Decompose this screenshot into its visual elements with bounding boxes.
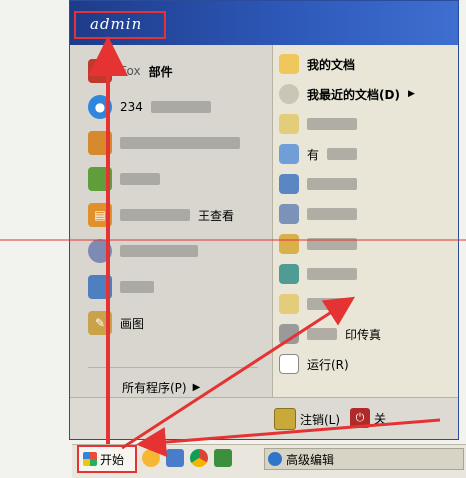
start-button[interactable]: 开始: [77, 445, 137, 473]
places-item[interactable]: [279, 169, 455, 199]
arrow-right-icon: ▶: [407, 89, 415, 99]
program-item[interactable]: [88, 269, 268, 305]
foxmail-icon: ✉: [88, 59, 112, 83]
qq-icon: ●: [88, 95, 112, 119]
start-label: 开始: [100, 452, 125, 467]
places-label: 运行(R): [307, 357, 349, 372]
chrome-icon[interactable]: [190, 449, 208, 467]
redacted-text: [120, 137, 240, 149]
places-label: 我最近的文档(D): [307, 87, 400, 102]
program-label: 234: [120, 100, 143, 114]
key-icon: [274, 408, 296, 430]
redacted-text: [120, 173, 160, 185]
places-item-my-documents[interactable]: 我的文档: [279, 49, 455, 79]
program-label: 王查看: [198, 208, 235, 223]
program-item[interactable]: [88, 233, 268, 269]
computer-icon: [279, 174, 299, 194]
redacted-text: [307, 178, 357, 190]
redacted-text: [120, 281, 154, 293]
arrow-right-icon: ▶: [192, 382, 201, 393]
redacted-text: [307, 328, 337, 340]
recent-docs-icon: [279, 84, 299, 104]
control-panel-icon: [279, 234, 299, 254]
app-icon: [88, 275, 112, 299]
start-menu: admin ✉ Fox 部件 ● 234 ▤ 王查看 ✎ 画图 所有程序(P) …: [69, 0, 459, 440]
places-item[interactable]: [279, 259, 455, 289]
pinned-programs-pane: ✉ Fox 部件 ● 234 ▤ 王查看 ✎ 画图 所有程序(P) ▶: [70, 45, 272, 397]
windows-logo-icon: [83, 452, 97, 466]
program-label-prefix: Fox: [120, 64, 141, 78]
network-icon: [279, 204, 299, 224]
places-item[interactable]: [279, 289, 455, 319]
redacted-text: [307, 238, 357, 250]
media-icon: [88, 239, 112, 263]
paint-icon: ✎: [88, 311, 112, 335]
places-item[interactable]: [279, 199, 455, 229]
run-icon: [279, 354, 299, 374]
taskbar-window-button[interactable]: 高级编辑: [264, 448, 464, 470]
program-item-foxmail[interactable]: ✉ Fox 部件: [88, 53, 268, 89]
redacted-text: [120, 245, 198, 257]
program-item[interactable]: ● 234: [88, 89, 268, 125]
user-name: admin: [90, 15, 143, 33]
power-icon: ⏻: [350, 408, 370, 428]
app-icon[interactable]: [142, 449, 160, 467]
program-item[interactable]: [88, 161, 268, 197]
shutdown-button[interactable]: ⏻ 关: [350, 408, 386, 428]
program-label: 画图: [120, 316, 145, 331]
places-label: 有: [307, 147, 320, 162]
places-label: 印传真: [345, 327, 382, 342]
places-pane: 我的文档 我最近的文档(D) ▶ 有 印传真 运行(R): [272, 45, 458, 397]
settings-icon: [279, 264, 299, 284]
logoff-label: 注销(L): [300, 412, 341, 427]
printer-icon: [279, 324, 299, 344]
start-menu-footer: 注销(L) ⏻ 关: [70, 397, 458, 439]
places-item[interactable]: [279, 109, 455, 139]
divider: [88, 367, 258, 368]
places-item-run[interactable]: 运行(R): [279, 349, 455, 379]
app-icon: [279, 294, 299, 314]
redacted-text: [307, 118, 357, 130]
places-item[interactable]: [279, 229, 455, 259]
redacted-text: [120, 209, 190, 221]
shutdown-label: 关: [374, 411, 387, 426]
redacted-text: [307, 208, 357, 220]
folder-icon: [279, 54, 299, 74]
game-icon: [88, 167, 112, 191]
redacted-text: [307, 268, 357, 280]
folder-icon: [279, 114, 299, 134]
redacted-text: [150, 101, 211, 113]
all-programs-button[interactable]: 所有程序(P) ▶: [122, 379, 200, 396]
taskbar-window-label: 高级编辑: [286, 452, 335, 467]
redacted-text: [327, 148, 358, 160]
viewer-icon: ▤: [88, 203, 112, 227]
app-icon[interactable]: [214, 449, 232, 467]
program-item-viewer[interactable]: ▤ 王查看: [88, 197, 268, 233]
ie-icon: [268, 452, 282, 466]
places-item[interactable]: 有: [279, 139, 455, 169]
places-label: 我的文档: [307, 57, 356, 72]
logoff-button[interactable]: 注销(L): [274, 408, 340, 430]
pictures-icon: [279, 144, 299, 164]
program-item[interactable]: [88, 125, 268, 161]
quick-launch: [142, 449, 232, 467]
all-programs-label: 所有程序(P): [122, 381, 187, 395]
places-item-printers[interactable]: 印传真: [279, 319, 455, 349]
redacted-text: [307, 298, 347, 310]
places-item-recent-docs[interactable]: 我最近的文档(D) ▶: [279, 79, 455, 109]
app-icon: [88, 131, 112, 155]
program-item-paint[interactable]: ✎ 画图: [88, 305, 268, 341]
program-label: 部件: [148, 64, 173, 79]
ime-icon[interactable]: [166, 449, 184, 467]
